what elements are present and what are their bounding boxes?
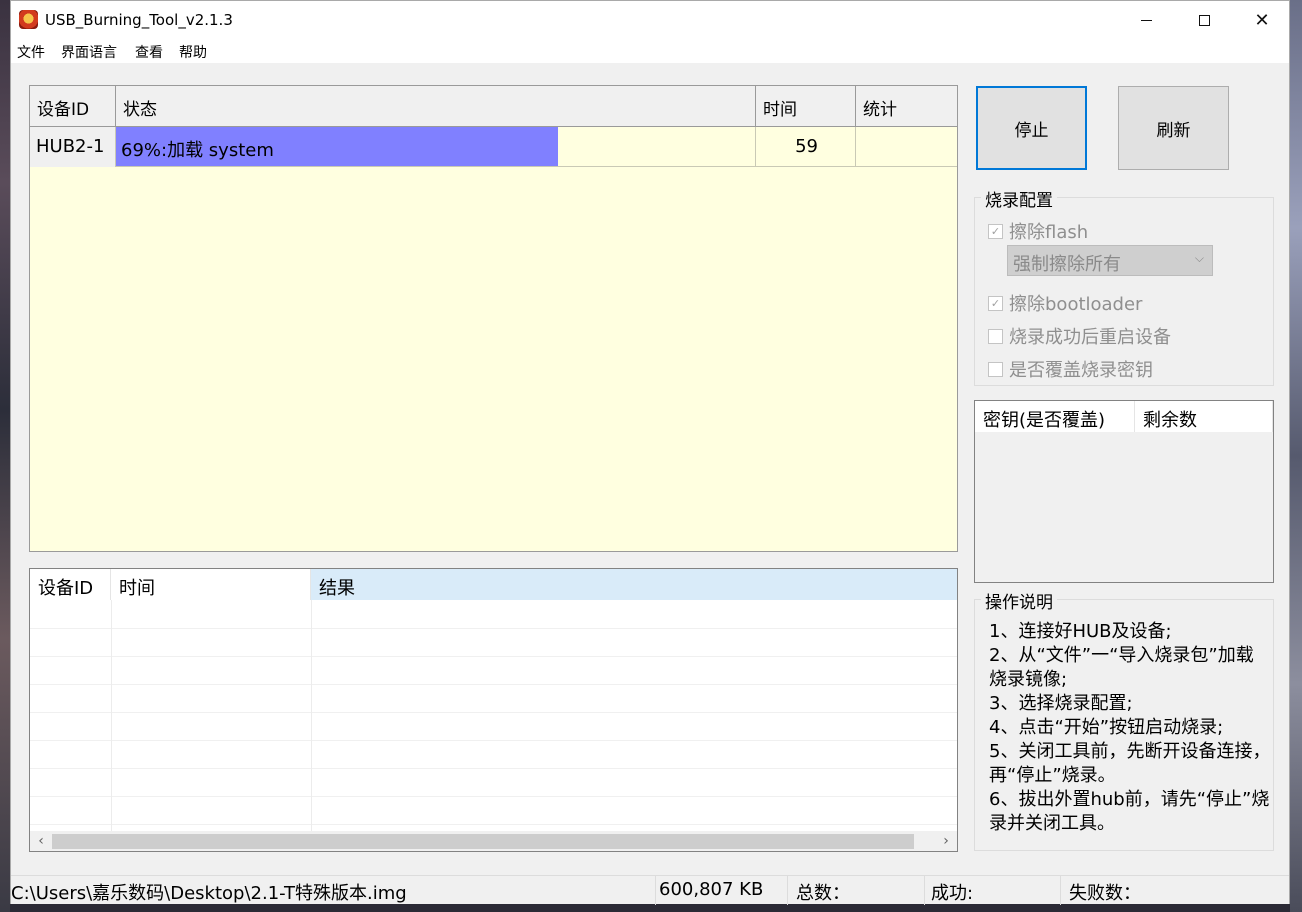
minimize-button[interactable] — [1117, 1, 1175, 39]
erase-flash-checkbox[interactable]: ✓ 擦除flash — [988, 218, 1088, 244]
erase-mode-value: 强制擦除所有 — [1013, 254, 1121, 275]
elapsed-time: 59 — [795, 136, 818, 157]
status-failed: 失败数： — [1069, 883, 1141, 904]
grid-line — [111, 600, 112, 831]
burn-config-title: 烧录配置 — [981, 186, 1057, 211]
title-bar[interactable]: USB_Burning_Tool_v2.1.3 ✕ — [11, 1, 1289, 39]
col-time[interactable]: 时间 — [756, 86, 856, 126]
key-list[interactable]: 密钥(是否覆盖) 剩余数 — [974, 400, 1274, 583]
menu-help[interactable]: 帮助 — [179, 42, 207, 62]
status-success: 成功: — [925, 876, 1061, 905]
erase-bootloader-label: 擦除bootloader — [1009, 294, 1143, 315]
log-col-device-id[interactable]: 设备ID — [30, 569, 111, 600]
grid-line — [30, 824, 957, 825]
close-button[interactable]: ✕ — [1233, 1, 1291, 39]
grid-line — [311, 600, 312, 831]
erase-bootloader-checkbox[interactable]: ✓ 擦除bootloader — [988, 290, 1142, 316]
log-col-result[interactable]: 结果 — [311, 569, 957, 600]
checkmark-icon: ✓ — [988, 295, 1003, 311]
reboot-after-checkbox[interactable]: 烧录成功后重启设备 — [988, 323, 1171, 349]
reboot-after-label: 烧录成功后重启设备 — [1009, 327, 1171, 348]
result-log-list[interactable]: 设备ID 时间 结果 ‹ › — [29, 568, 958, 852]
instructions-title: 操作说明 — [981, 588, 1057, 613]
maximize-icon — [1198, 14, 1210, 26]
status-image-path: C:\Users\嘉乐数码\Desktop\2.1-T特殊版本.img — [11, 876, 656, 905]
scroll-left-icon[interactable]: ‹ — [32, 832, 50, 850]
device-table-header: 设备ID 状态 时间 统计 — [30, 86, 957, 127]
horizontal-scrollbar[interactable]: ‹ › — [30, 831, 957, 851]
device-id: HUB2-1 — [36, 136, 105, 157]
chevron-down-icon: ⌵ — [1194, 251, 1204, 265]
status-image-size: 600,807 KB — [656, 876, 788, 905]
grid-line — [30, 712, 957, 713]
desktop-background-right — [1290, 0, 1302, 912]
grid-line — [30, 768, 957, 769]
instructions-group: 操作说明 1、连接好HUB及设备; 2、从“文件”一“导入烧录包”加载烧录镜像;… — [974, 588, 1274, 851]
grid-line — [30, 684, 957, 685]
menu-view[interactable]: 查看 — [135, 42, 163, 62]
app-icon — [19, 10, 38, 29]
key-list-header: 密钥(是否覆盖) 剩余数 — [975, 401, 1273, 432]
col-status[interactable]: 状态 — [116, 86, 756, 126]
status-bar: C:\Users\嘉乐数码\Desktop\2.1-T特殊版本.img 600,… — [11, 875, 1289, 905]
desktop-background-left — [0, 0, 10, 912]
menu-language[interactable]: 界面语言 — [61, 42, 117, 62]
log-col-time[interactable]: 时间 — [111, 569, 311, 600]
overwrite-key-label: 是否覆盖烧录密钥 — [1009, 360, 1153, 381]
app-window: USB_Burning_Tool_v2.1.3 ✕ 文件 界面语言 查看 帮助 … — [10, 0, 1290, 905]
instructions-text: 1、连接好HUB及设备; 2、从“文件”一“导入烧录包”加载烧录镜像; 3、选择… — [989, 621, 1271, 834]
col-remaining[interactable]: 剩余数 — [1135, 401, 1273, 432]
col-stats[interactable]: 统计 — [856, 86, 957, 126]
grid-line — [30, 796, 957, 797]
grid-line — [30, 740, 957, 741]
maximize-button[interactable] — [1175, 1, 1233, 39]
scrollbar-thumb[interactable] — [52, 834, 914, 849]
close-icon: ✕ — [1254, 9, 1270, 31]
status-total: 总数： — [788, 876, 925, 905]
menu-file[interactable]: 文件 — [17, 42, 45, 62]
window-title: USB_Burning_Tool_v2.1.3 — [45, 11, 233, 29]
col-key[interactable]: 密钥(是否覆盖) — [975, 401, 1135, 432]
col-device-id[interactable]: 设备ID — [30, 86, 116, 126]
erase-flash-label: 擦除flash — [1009, 222, 1089, 243]
log-list-header: 设备ID 时间 结果 — [30, 569, 957, 600]
minimize-icon — [1140, 19, 1152, 21]
device-table[interactable]: 设备ID 状态 时间 统计 HUB2-1 69%:加载 system 59 — [29, 85, 958, 552]
scroll-right-icon[interactable]: › — [937, 832, 955, 850]
stats-cell — [856, 127, 957, 167]
refresh-button[interactable]: 刷新 — [1118, 86, 1229, 170]
status-cell: 69%:加载 system — [116, 127, 756, 167]
menu-bar: 文件 界面语言 查看 帮助 — [11, 39, 1289, 63]
grid-line — [30, 628, 957, 629]
stop-button[interactable]: 停止 — [976, 86, 1087, 170]
checkbox-empty-icon — [988, 328, 1003, 344]
grid-line — [30, 656, 957, 657]
device-row[interactable]: HUB2-1 69%:加载 system 59 — [30, 127, 957, 167]
checkmark-icon: ✓ — [988, 223, 1003, 239]
burn-config-group: 烧录配置 ✓ 擦除flash 强制擦除所有 ⌵ ✓ 擦除bootloader 烧… — [974, 186, 1274, 386]
progress-text: 69%:加载 system — [121, 140, 274, 161]
checkbox-empty-icon — [988, 361, 1003, 377]
erase-mode-select[interactable]: 强制擦除所有 ⌵ — [1007, 245, 1213, 276]
device-id-cell: HUB2-1 — [30, 127, 116, 167]
time-cell: 59 — [756, 127, 856, 167]
overwrite-key-checkbox[interactable]: 是否覆盖烧录密钥 — [988, 356, 1153, 382]
